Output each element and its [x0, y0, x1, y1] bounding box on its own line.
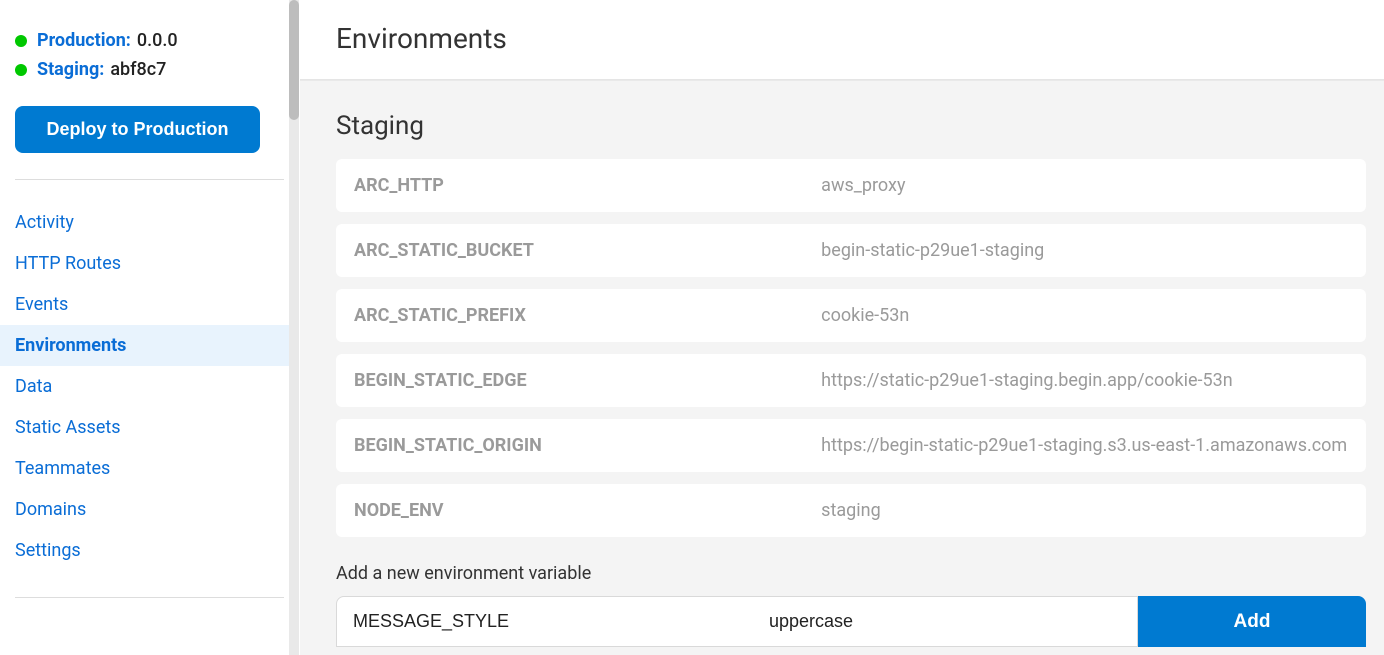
- status-value: 0.0.0: [137, 30, 178, 51]
- env-key: ARC_STATIC_BUCKET: [354, 240, 821, 261]
- status-production[interactable]: Production: 0.0.0: [15, 30, 284, 51]
- content: Staging ARC_HTTP aws_proxy ARC_STATIC_BU…: [300, 80, 1384, 655]
- divider: [15, 179, 284, 180]
- nav-item-http-routes[interactable]: HTTP Routes: [0, 243, 299, 284]
- sidebar-nav: Activity HTTP Routes Events Environments…: [0, 202, 299, 571]
- nav-item-events[interactable]: Events: [0, 284, 299, 325]
- status-dot-icon: [15, 35, 27, 47]
- env-value: cookie-53n: [821, 305, 1348, 326]
- section-title-staging: Staging: [336, 111, 1366, 141]
- env-value-input[interactable]: [753, 597, 1137, 646]
- sidebar-scrollbar-thumb[interactable]: [289, 0, 299, 120]
- env-row: ARC_STATIC_BUCKET begin-static-p29ue1-st…: [336, 224, 1366, 277]
- nav-item-domains[interactable]: Domains: [0, 489, 299, 530]
- env-value: https://begin-static-p29ue1-staging.s3.u…: [821, 435, 1348, 456]
- main: Environments Staging ARC_HTTP aws_proxy …: [300, 0, 1384, 655]
- env-key-input[interactable]: [337, 597, 753, 646]
- env-row: BEGIN_STATIC_EDGE https://static-p29ue1-…: [336, 354, 1366, 407]
- nav-item-environments[interactable]: Environments: [0, 325, 299, 366]
- env-key: ARC_HTTP: [354, 175, 821, 196]
- nav-item-data[interactable]: Data: [0, 366, 299, 407]
- nav-item-settings[interactable]: Settings: [0, 530, 299, 571]
- env-row: ARC_HTTP aws_proxy: [336, 159, 1366, 212]
- env-key: BEGIN_STATIC_ORIGIN: [354, 435, 821, 456]
- env-row: BEGIN_STATIC_ORIGIN https://begin-static…: [336, 419, 1366, 472]
- nav-item-activity[interactable]: Activity: [0, 202, 299, 243]
- env-key: BEGIN_STATIC_EDGE: [354, 370, 821, 391]
- env-value: https://static-p29ue1-staging.begin.app/…: [821, 370, 1348, 391]
- nav-item-teammates[interactable]: Teammates: [0, 448, 299, 489]
- status-label: Staging:: [37, 59, 104, 80]
- sidebar: Production: 0.0.0 Staging: abf8c7 Deploy…: [0, 0, 300, 655]
- env-value: begin-static-p29ue1-staging: [821, 240, 1348, 261]
- env-value: aws_proxy: [821, 175, 1348, 196]
- env-row: NODE_ENV staging: [336, 484, 1366, 537]
- env-value: staging: [821, 500, 1348, 521]
- status-block: Production: 0.0.0 Staging: abf8c7: [0, 30, 299, 80]
- page-title: Environments: [300, 0, 1384, 80]
- status-staging[interactable]: Staging: abf8c7: [15, 59, 284, 80]
- divider: [15, 597, 284, 598]
- add-env-label: Add a new environment variable: [336, 563, 1366, 584]
- sidebar-scrollbar[interactable]: [289, 0, 299, 655]
- env-row: ARC_STATIC_PREFIX cookie-53n: [336, 289, 1366, 342]
- status-label: Production:: [37, 30, 131, 51]
- env-key: NODE_ENV: [354, 500, 821, 521]
- env-key: ARC_STATIC_PREFIX: [354, 305, 821, 326]
- add-env-button[interactable]: Add: [1138, 596, 1366, 647]
- deploy-to-production-button[interactable]: Deploy to Production: [15, 106, 260, 153]
- add-env-input-wrap: [336, 596, 1138, 647]
- add-env-row: Add: [336, 596, 1366, 647]
- status-value: abf8c7: [110, 59, 166, 80]
- status-dot-icon: [15, 64, 27, 76]
- nav-item-static-assets[interactable]: Static Assets: [0, 407, 299, 448]
